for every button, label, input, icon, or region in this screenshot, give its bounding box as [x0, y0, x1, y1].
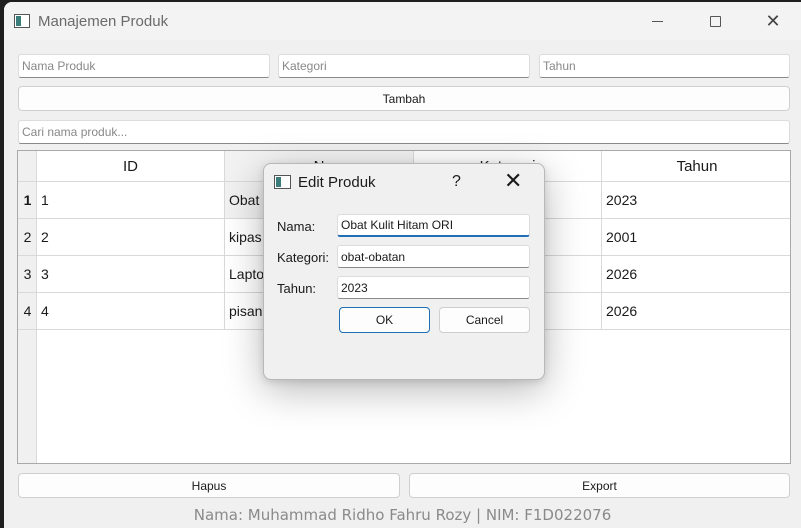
maximize-icon [709, 15, 721, 27]
row-header[interactable]: 3 [18, 256, 37, 293]
row-header[interactable]: 4 [18, 293, 37, 330]
tambah-button[interactable]: Tambah [18, 86, 790, 111]
column-header-id[interactable]: ID [37, 151, 225, 182]
app-window-icon [14, 14, 30, 28]
help-button[interactable]: ? [452, 173, 461, 191]
dialog-tahun-field[interactable]: 2023 [337, 276, 530, 299]
table-cell-tahun[interactable]: 2001 [602, 219, 790, 256]
kategori-label: Kategori: [277, 250, 330, 265]
row-header[interactable]: 2 [18, 219, 37, 256]
table-corner [18, 151, 37, 182]
search-input[interactable]: Cari nama produk... [18, 120, 790, 144]
edit-produk-dialog: Edit Produk ? ✕ Nama: Obat Kulit Hitam O… [263, 163, 545, 380]
hapus-button[interactable]: Hapus [18, 473, 400, 498]
maximize-button[interactable] [692, 2, 738, 40]
ok-button[interactable]: OK [339, 307, 430, 333]
dialog-nama-field[interactable]: Obat Kulit Hitam ORI [337, 214, 530, 237]
table-cell-tahun[interactable]: 2026 [602, 293, 790, 330]
table-cell-id[interactable]: 4 [37, 293, 225, 330]
minimize-button[interactable] [634, 2, 680, 40]
column-header-tahun[interactable]: Tahun [602, 151, 790, 182]
table-cell-id[interactable]: 1 [37, 182, 225, 219]
tahun-input[interactable]: Tahun [539, 54, 790, 78]
table-cell-tahun[interactable]: 2023 [602, 182, 790, 219]
dialog-title: Edit Produk [298, 174, 376, 191]
footer-credit: Nama: Muhammad Ridho Fahru Rozy | NIM: F… [193, 506, 612, 524]
table-cell-id[interactable]: 2 [37, 219, 225, 256]
dialog-window-icon [274, 175, 291, 189]
row-header[interactable]: 1 [18, 182, 37, 219]
dialog-close-icon[interactable]: ✕ [504, 170, 522, 192]
nama-produk-input[interactable]: Nama Produk [18, 54, 270, 78]
tahun-label: Tahun: [277, 281, 317, 296]
close-icon: ✕ [765, 11, 781, 31]
close-button[interactable]: ✕ [750, 2, 796, 40]
minimize-icon [651, 20, 663, 22]
kategori-input[interactable]: Kategori [278, 54, 530, 78]
table-cell-tahun[interactable]: 2026 [602, 256, 790, 293]
table-cell-id[interactable]: 3 [37, 256, 225, 293]
nama-label: Nama: [277, 219, 316, 234]
export-button[interactable]: Export [409, 473, 790, 498]
cancel-button[interactable]: Cancel [439, 307, 530, 333]
title-bar[interactable]: Manajemen Produk ✕ [4, 2, 801, 40]
window-title: Manajemen Produk [38, 13, 169, 30]
dialog-kategori-field[interactable]: obat-obatan [337, 245, 530, 268]
